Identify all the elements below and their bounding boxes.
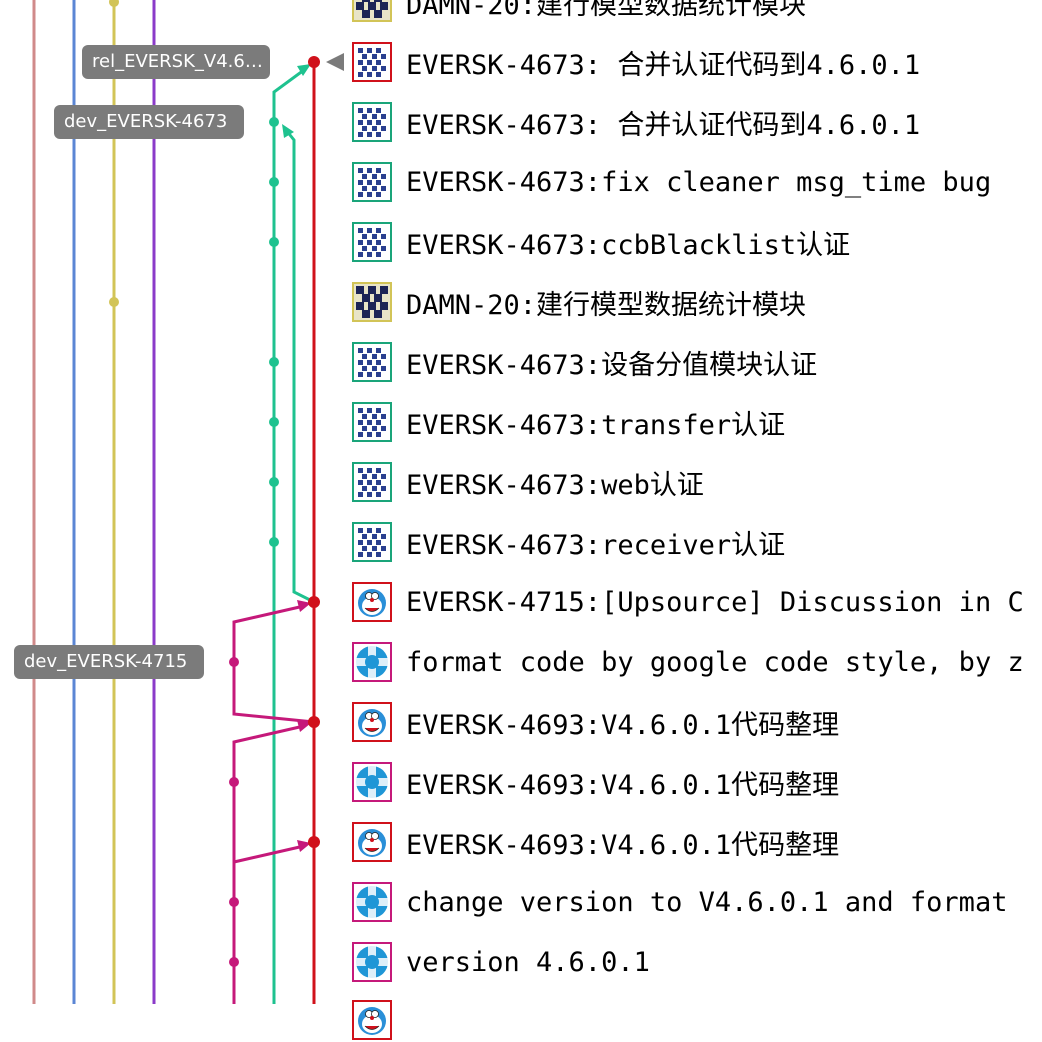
commit-message: EVERSK-4693:V4.6.0.1代码整理	[406, 709, 840, 741]
commit-dot[interactable]	[308, 716, 320, 728]
commit-graph	[32, 0, 320, 1004]
commit-message: EVERSK-4673:fix cleaner msg_time bug	[406, 166, 992, 198]
doraemon-avatar	[352, 582, 392, 622]
commit-row[interactable]: version 4.6.0.1	[352, 940, 650, 984]
commit-message: EVERSK-4715:[Upsource] Discussion in C	[406, 586, 1024, 618]
blue-pattern-avatar	[352, 42, 392, 82]
commit-dot[interactable]	[269, 357, 279, 367]
commit-dot[interactable]	[269, 177, 279, 187]
commit-message: EVERSK-4673:transfer认证	[406, 409, 786, 441]
commit-message: EVERSK-4693:V4.6.0.1代码整理	[406, 769, 840, 801]
commit-row[interactable]: EVERSK-4673:ccbBlacklist认证	[352, 220, 850, 264]
commit-dot[interactable]	[308, 596, 320, 608]
commit-row[interactable]: change version to V4.6.0.1 and format	[352, 880, 1007, 924]
commit-message: EVERSK-4693:V4.6.0.1代码整理	[406, 829, 840, 861]
commit-dot[interactable]	[269, 117, 279, 127]
doraemon-avatar	[352, 822, 392, 862]
merge-line-red-to-teal	[284, 129, 315, 604]
commit-dot[interactable]	[229, 657, 239, 667]
doraemon-avatar	[352, 702, 392, 742]
blue-pattern-avatar	[352, 462, 392, 502]
commit-dot[interactable]	[308, 836, 320, 848]
merge-line-teal-to-head	[272, 68, 305, 122]
commit-dot[interactable]	[229, 777, 239, 787]
commit-dot[interactable]	[269, 477, 279, 487]
blue-pattern-avatar	[352, 222, 392, 262]
commit-message: EVERSK-4673:receiver认证	[406, 529, 786, 561]
navy-pattern-avatar	[352, 0, 392, 22]
commit-message: DAMN-20:建行模型数据统计模块	[406, 289, 807, 321]
commit-row[interactable]: DAMN-20:建行模型数据统计模块	[352, 0, 806, 24]
commit-dot-head[interactable]	[308, 56, 320, 68]
commit-row[interactable]: EVERSK-4673:receiver认证	[352, 520, 785, 564]
commit-row[interactable]: EVERSK-4715:[Upsource] Discussion in C	[352, 580, 1024, 624]
commit-message: EVERSK-4673:web认证	[406, 469, 704, 501]
blue-pattern-avatar	[352, 342, 392, 382]
blue-pattern-avatar	[352, 402, 392, 442]
cyan-circle-avatar	[352, 942, 392, 982]
head-pointer-icon	[326, 53, 344, 71]
commit-message: version 4.6.0.1	[406, 946, 650, 978]
navy-pattern-avatar	[352, 282, 392, 322]
commit-dot[interactable]	[229, 897, 239, 907]
commit-dot[interactable]	[269, 237, 279, 247]
commit-dot[interactable]	[269, 537, 279, 547]
magenta-merge-3	[233, 844, 305, 864]
commit-dot[interactable]	[109, 0, 119, 7]
commit-row[interactable]: EVERSK-4673:fix cleaner msg_time bug	[352, 160, 991, 204]
cyan-circle-avatar	[352, 642, 392, 682]
cyan-circle-avatar	[352, 882, 392, 922]
blue-pattern-avatar	[352, 102, 392, 142]
commit-row[interactable]: EVERSK-4673:transfer认证	[352, 400, 785, 444]
commit-message: EVERSK-4673: 合并认证代码到4.6.0.1	[406, 109, 921, 141]
commit-dot[interactable]	[269, 417, 279, 427]
commit-message: format code by google code style, by z	[406, 646, 1024, 678]
commit-row[interactable]: DAMN-20:建行模型数据统计模块	[352, 280, 806, 324]
commit-row[interactable]: EVERSK-4673:设备分值模块认证	[352, 340, 817, 384]
commit-dot[interactable]	[109, 297, 119, 307]
branch-tag-dev-4715[interactable]: dev_EVERSK-4715	[14, 645, 204, 679]
commit-message: EVERSK-4673: 合并认证代码到4.6.0.1	[406, 49, 921, 81]
commit-row[interactable]: EVERSK-4673: 合并认证代码到4.6.0.1	[352, 40, 920, 84]
commit-row[interactable]	[352, 998, 406, 1042]
commit-row[interactable]: EVERSK-4673:web认证	[352, 460, 704, 504]
commit-row[interactable]: EVERSK-4693:V4.6.0.1代码整理	[352, 700, 839, 744]
commit-row[interactable]: EVERSK-4673: 合并认证代码到4.6.0.1	[352, 100, 920, 144]
magenta-merge-2	[232, 724, 305, 782]
commit-row[interactable]: format code by google code style, by z	[352, 640, 1024, 684]
blue-pattern-avatar	[352, 522, 392, 562]
cyan-circle-avatar	[352, 762, 392, 802]
branch-tag-rel[interactable]: rel_EVERSK_V4.6…	[82, 45, 270, 79]
commit-message: change version to V4.6.0.1 and format	[406, 886, 1008, 918]
commit-message: EVERSK-4673:设备分值模块认证	[406, 349, 818, 381]
blue-pattern-avatar	[352, 162, 392, 202]
commit-row[interactable]: EVERSK-4693:V4.6.0.1代码整理	[352, 820, 839, 864]
doraemon-avatar	[352, 1000, 392, 1040]
commit-message: EVERSK-4673:ccbBlacklist认证	[406, 229, 851, 261]
commit-message: DAMN-20:建行模型数据统计模块	[406, 0, 807, 21]
commit-dot[interactable]	[229, 957, 239, 967]
branch-tag-dev-4673[interactable]: dev_EVERSK-4673	[54, 105, 244, 139]
commit-row[interactable]: EVERSK-4693:V4.6.0.1代码整理	[352, 760, 839, 804]
